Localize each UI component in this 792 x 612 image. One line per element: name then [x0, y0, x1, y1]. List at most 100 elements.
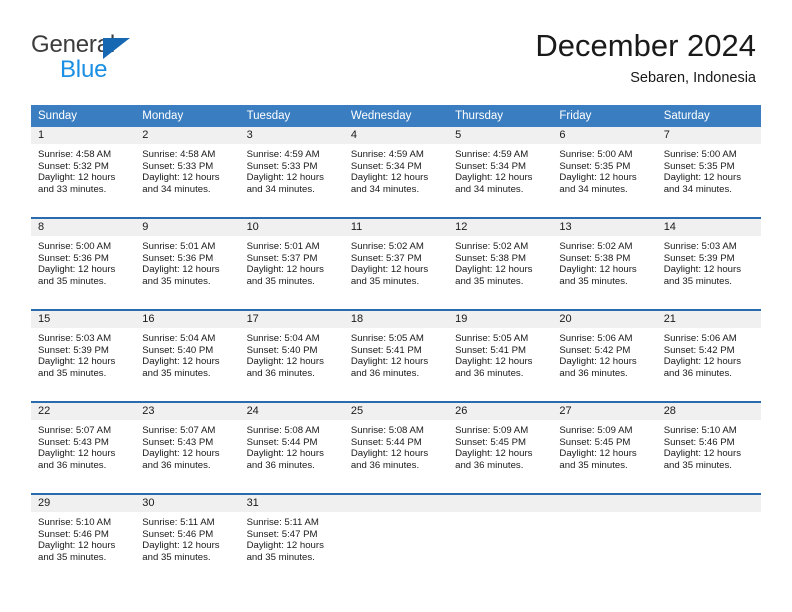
calendar-day-cell[interactable]: 23 Sunrise: 5:07 AM Sunset: 5:43 PM Dayligh… [135, 403, 240, 487]
sunrise-text: Sunrise: 5:09 AM [559, 425, 633, 436]
daylight-text: Daylight: 12 hours and 36 minutes. [455, 356, 533, 379]
day-number: 14 [656, 219, 761, 236]
sunrise-text: Sunrise: 5:02 AM [559, 241, 633, 252]
calendar-weeks: 1 Sunrise: 4:58 AM Sunset: 5:32 PM Daylight… [31, 127, 761, 579]
day-details: Sunrise: 4:59 AM Sunset: 5:34 PM Daylight:… [448, 144, 552, 195]
day-details: Sunrise: 5:09 AM Sunset: 5:45 PM Daylight:… [448, 420, 552, 471]
sunset-text: Sunset: 5:40 PM [142, 344, 214, 356]
sunset-text: Sunset: 5:44 PM [350, 436, 422, 448]
daylight-text: Daylight: 12 hours and 35 minutes. [246, 540, 324, 563]
calendar-day-cell[interactable]: 24 Sunrise: 5:08 AM Sunset: 5:44 PM Dayligh… [239, 403, 344, 487]
daylight-text: Daylight: 12 hours and 36 minutes. [38, 448, 116, 471]
calendar-day-cell[interactable]: 2 Sunrise: 4:58 AM Sunset: 5:33 PM Daylight… [135, 127, 240, 211]
day-details: Sunrise: 5:04 AM Sunset: 5:40 PM Daylight:… [240, 328, 344, 379]
calendar-day-cell[interactable]: 19 Sunrise: 5:05 AM Sunset: 5:41 PM Dayligh… [448, 311, 553, 395]
sunset-text: Sunset: 5:38 PM [455, 252, 527, 264]
sunset-text: Sunset: 5:46 PM [663, 436, 735, 448]
calendar-day-cell[interactable]: 29 Sunrise: 5:10 AM Sunset: 5:46 PM Dayligh… [31, 495, 136, 579]
calendar-day-cell[interactable]: 18 Sunrise: 5:05 AM Sunset: 5:41 PM Dayligh… [343, 311, 449, 395]
sunset-text: Sunset: 5:41 PM [455, 344, 527, 356]
sunset-text: Sunset: 5:46 PM [38, 528, 109, 540]
sunrise-text: Sunrise: 5:02 AM [350, 241, 424, 252]
daylight-text: Daylight: 12 hours and 34 minutes. [350, 172, 429, 195]
calendar-day-cell[interactable]: 11 Sunrise: 5:02 AM Sunset: 5:37 PM Dayligh… [343, 219, 449, 303]
day-number: 22 [31, 403, 136, 420]
calendar-day-cell[interactable]: 17 Sunrise: 5:04 AM Sunset: 5:40 PM Dayligh… [239, 311, 344, 395]
day-details: Sunrise: 5:05 AM Sunset: 5:41 PM Daylight:… [344, 328, 448, 379]
day-number: 26 [448, 403, 553, 420]
daylight-text: Daylight: 12 hours and 34 minutes. [246, 172, 324, 195]
calendar-day-cell[interactable]: 10 Sunrise: 5:01 AM Sunset: 5:37 PM Dayligh… [239, 219, 344, 303]
day-number [552, 495, 657, 512]
calendar-day-cell[interactable]: 21 Sunrise: 5:06 AM Sunset: 5:42 PM Dayligh… [656, 311, 761, 395]
sunset-text: Sunset: 5:39 PM [663, 252, 735, 264]
daylight-text: Daylight: 12 hours and 35 minutes. [663, 448, 742, 471]
sunrise-text: Sunrise: 5:08 AM [246, 425, 320, 436]
sunset-text: Sunset: 5:34 PM [455, 160, 527, 172]
calendar-day-cell[interactable]: 4 Sunrise: 4:59 AM Sunset: 5:34 PM Daylight… [343, 127, 449, 211]
sunset-text: Sunset: 5:36 PM [38, 252, 109, 264]
day-number: 12 [448, 219, 553, 236]
calendar-day-cell[interactable]: 3 Sunrise: 4:59 AM Sunset: 5:33 PM Daylight… [239, 127, 344, 211]
calendar-day-cell[interactable]: 26 Sunrise: 5:09 AM Sunset: 5:45 PM Dayligh… [448, 403, 553, 487]
day-number: 13 [552, 219, 657, 236]
daylight-text: Daylight: 12 hours and 35 minutes. [663, 264, 742, 287]
calendar-day-cell[interactable]: 1 Sunrise: 4:58 AM Sunset: 5:32 PM Daylight… [31, 127, 136, 211]
day-details: Sunrise: 5:01 AM Sunset: 5:36 PM Daylight:… [135, 236, 239, 287]
sunset-text: Sunset: 5:39 PM [38, 344, 109, 356]
calendar-day-cell[interactable]: 6 Sunrise: 5:00 AM Sunset: 5:35 PM Daylight… [552, 127, 657, 211]
calendar-day-cell[interactable]: 20 Sunrise: 5:06 AM Sunset: 5:42 PM Dayligh… [552, 311, 657, 395]
day-details: Sunrise: 4:59 AM Sunset: 5:33 PM Daylight:… [240, 144, 344, 195]
day-of-week-header: Thursday [455, 110, 504, 122]
day-number: 16 [135, 311, 240, 328]
day-number: 3 [239, 127, 344, 144]
sunset-text: Sunset: 5:37 PM [350, 252, 422, 264]
sunset-text: Sunset: 5:45 PM [559, 436, 631, 448]
sunset-text: Sunset: 5:38 PM [559, 252, 631, 264]
calendar-day-cell[interactable]: 7 Sunrise: 5:00 AM Sunset: 5:35 PM Daylight… [656, 127, 761, 211]
calendar-day-cell[interactable]: 28 Sunrise: 5:10 AM Sunset: 5:46 PM Dayligh… [656, 403, 761, 487]
sunrise-text: Sunrise: 4:58 AM [142, 149, 216, 160]
title-block: December 2024 Sebaren, Indonesia [535, 28, 756, 87]
calendar-week-row: 15 Sunrise: 5:03 AM Sunset: 5:39 PM Dayligh… [31, 309, 761, 395]
daylight-text: Daylight: 12 hours and 35 minutes. [142, 540, 220, 563]
general-blue-logo[interactable]: General Blue [31, 32, 191, 88]
daylight-text: Daylight: 12 hours and 34 minutes. [142, 172, 220, 195]
sunset-text: Sunset: 5:43 PM [38, 436, 109, 448]
daylight-text: Daylight: 12 hours and 36 minutes. [246, 448, 324, 471]
sunset-text: Sunset: 5:47 PM [246, 528, 318, 540]
day-number: 9 [135, 219, 240, 236]
calendar-day-cell[interactable]: 25 Sunrise: 5:08 AM Sunset: 5:44 PM Dayligh… [343, 403, 449, 487]
day-number: 28 [656, 403, 761, 420]
day-number: 21 [656, 311, 761, 328]
daylight-text: Daylight: 12 hours and 35 minutes. [246, 264, 324, 287]
day-of-week-header: Saturday [663, 110, 710, 122]
calendar-day-cell[interactable]: 12 Sunrise: 5:02 AM Sunset: 5:38 PM Dayligh… [448, 219, 553, 303]
day-details: Sunrise: 4:58 AM Sunset: 5:32 PM Daylight:… [31, 144, 135, 195]
calendar-day-cell[interactable]: 22 Sunrise: 5:07 AM Sunset: 5:43 PM Dayligh… [31, 403, 136, 487]
day-number: 7 [656, 127, 761, 144]
sunset-text: Sunset: 5:46 PM [142, 528, 214, 540]
day-details: Sunrise: 5:01 AM Sunset: 5:37 PM Daylight:… [240, 236, 344, 287]
calendar-day-cell[interactable]: 5 Sunrise: 4:59 AM Sunset: 5:34 PM Daylight… [448, 127, 553, 211]
calendar-day-cell[interactable]: 27 Sunrise: 5:09 AM Sunset: 5:45 PM Dayligh… [552, 403, 657, 487]
day-details: Sunrise: 5:11 AM Sunset: 5:46 PM Daylight:… [135, 512, 239, 563]
day-details: Sunrise: 5:05 AM Sunset: 5:41 PM Daylight:… [448, 328, 552, 379]
calendar-day-cell-empty [448, 495, 553, 579]
calendar-day-cell-empty [552, 495, 657, 579]
calendar-day-cell[interactable]: 30 Sunrise: 5:11 AM Sunset: 5:46 PM Dayligh… [135, 495, 240, 579]
calendar-day-cell[interactable]: 15 Sunrise: 5:03 AM Sunset: 5:39 PM Dayligh… [31, 311, 136, 395]
calendar-day-cell[interactable]: 31 Sunrise: 5:11 AM Sunset: 5:47 PM Dayligh… [239, 495, 344, 579]
calendar-day-cell[interactable]: 8 Sunrise: 5:00 AM Sunset: 5:36 PM Daylight… [31, 219, 136, 303]
day-of-week-header: Tuesday [246, 110, 291, 122]
day-details: Sunrise: 5:08 AM Sunset: 5:44 PM Daylight:… [344, 420, 448, 471]
sunrise-text: Sunrise: 4:59 AM [455, 149, 529, 160]
calendar-day-cell[interactable]: 13 Sunrise: 5:02 AM Sunset: 5:38 PM Dayligh… [552, 219, 657, 303]
calendar-day-cell[interactable]: 14 Sunrise: 5:03 AM Sunset: 5:39 PM Dayligh… [656, 219, 761, 303]
day-details: Sunrise: 5:10 AM Sunset: 5:46 PM Daylight:… [31, 512, 135, 563]
day-number: 27 [552, 403, 657, 420]
sunset-text: Sunset: 5:42 PM [663, 344, 735, 356]
calendar-day-cell[interactable]: 16 Sunrise: 5:04 AM Sunset: 5:40 PM Dayligh… [135, 311, 240, 395]
sunrise-text: Sunrise: 5:01 AM [142, 241, 216, 252]
calendar-day-cell[interactable]: 9 Sunrise: 5:01 AM Sunset: 5:36 PM Daylight… [135, 219, 240, 303]
